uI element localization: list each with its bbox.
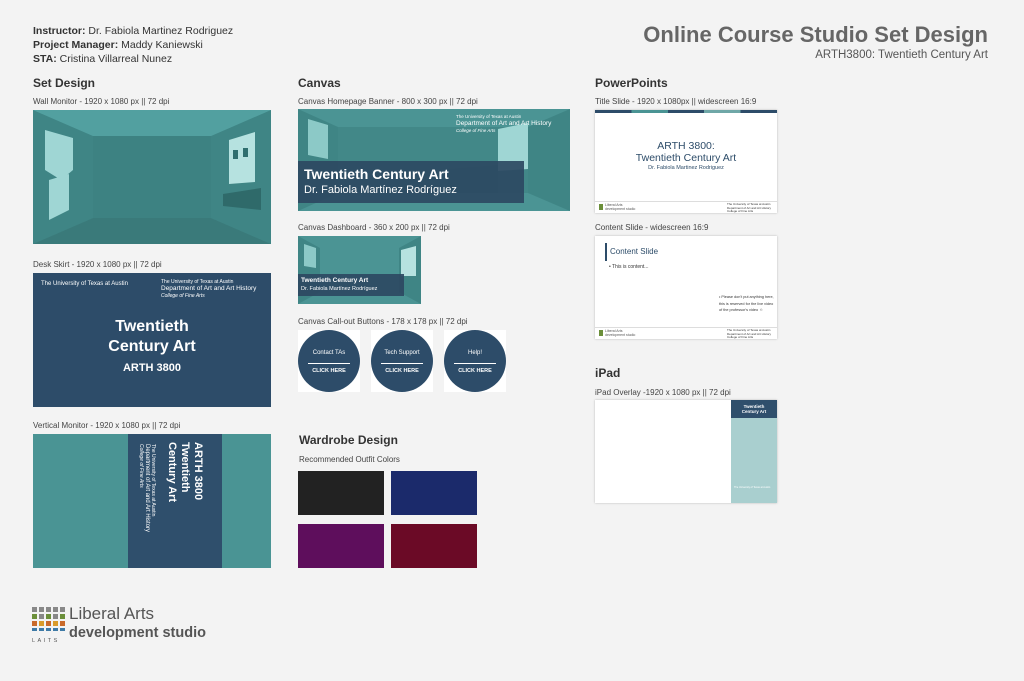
page-subtitle: ARTH3800: Twentieth Century Art [815, 49, 988, 61]
desk-title-line2: Century Art [108, 338, 196, 355]
vert-title-line3: Century Art [166, 442, 178, 503]
content-slide-caption: Content Slide - widescreen 16:9 [595, 223, 709, 232]
ipad-heading: iPad [595, 366, 621, 380]
room-illustration [33, 110, 271, 244]
callout-cta: CLICK HERE [458, 368, 492, 374]
title-slide-heading: ARTH 3800: Twentieth Century Art [595, 140, 777, 164]
content-slide-note: • Please don't put anything here, this i… [719, 295, 774, 312]
title-slide-line1: ARTH 3800: [657, 140, 715, 152]
callout-divider [381, 363, 423, 364]
callout-caption: Canvas Call-out Buttons - 178 x 178 px |… [298, 317, 468, 326]
callout-button-help[interactable]: Help! CLICK HERE [444, 330, 506, 392]
set-design-heading: Set Design [33, 76, 96, 90]
laits-logo-icon [32, 607, 65, 637]
vertical-ut-block: The University of Texas at Austin Depart… [138, 444, 156, 532]
dashboard-title-box: Twentieth Century Art Dr. Fabiola Martín… [298, 274, 404, 296]
footer-logo-icon [599, 330, 603, 336]
color-swatch-maroon [391, 524, 477, 568]
vert-title-line1: ARTH 3800 [192, 442, 204, 501]
title-slide-name: Dr. Fabiola Martinez Rodriguez [648, 165, 724, 171]
title-slide-line2: Twentieth Century Art [635, 152, 737, 164]
ipad-sidebar: Twentieth Century Art The University of … [731, 400, 777, 503]
content-slide-bullet: • This is content... [609, 264, 649, 270]
banner-title: Twentieth Century Art [304, 166, 449, 182]
canvas-banner-image: The University of Texas at Austin Depart… [298, 109, 570, 211]
callout-divider [454, 363, 496, 364]
callout-cta: CLICK HERE [312, 368, 346, 374]
content-slide-accent [605, 243, 607, 261]
sta-label: STA: [33, 53, 57, 65]
sta-name: Cristina Villarreal Nunez [59, 53, 173, 65]
vertical-monitor-image: ARTH 3800 Twentieth Century Art The Univ… [33, 434, 271, 568]
logo-line2: development studio [69, 625, 206, 641]
banner-title-box: Twentieth Century Art Dr. Fabiola Martín… [298, 161, 524, 203]
title-slide-caption: Title Slide - 1920 x 1080px || widescree… [595, 97, 757, 106]
color-swatch-purple [298, 524, 384, 568]
desk-skirt-caption: Desk Skirt - 1920 x 1080 px || 72 dpi [33, 260, 162, 269]
content-slide-title: Content Slide [610, 247, 659, 256]
wardrobe-heading: Wardrobe Design [299, 433, 398, 447]
content-slide-footer-right: The University of Texas at Austin Depart… [727, 328, 772, 339]
instructor-name: Dr. Fabiola Martinez Rodriguez [88, 25, 234, 37]
dashboard-caption: Canvas Dashboard - 360 x 200 px || 72 dp… [298, 223, 450, 232]
ipad-caption: iPad Overlay -1920 x 1080 px || 72 dpi [595, 388, 731, 397]
banner-caption: Canvas Homepage Banner - 800 x 300 px ||… [298, 97, 478, 106]
wardrobe-caption: Recommended Outfit Colors [299, 455, 400, 464]
content-slide-image: Content Slide • This is content... • Ple… [595, 236, 777, 339]
desk-skirt-image: The University of Texas at Austin The Un… [33, 273, 271, 407]
credits-block: Instructor: Dr. Fabiola Martinez Rodrigu… [33, 24, 233, 66]
wall-monitor-image [33, 110, 271, 244]
desk-course: ARTH 3800 [122, 362, 182, 374]
callout-label: Help! [467, 350, 482, 356]
canvas-heading: Canvas [298, 76, 341, 90]
desk-dept: Department of Art and Art History [161, 285, 257, 292]
vert-ut: The University of Texas at Austin [150, 444, 156, 517]
page-title: Online Course Studio Set Design [643, 22, 988, 47]
title-slide-footer-right: The University of Texas at Austin Depart… [727, 202, 772, 213]
ipad-sidebar-title: Twentieth Century Art [731, 400, 777, 418]
powerpoints-heading: PowerPoints [595, 76, 668, 90]
callout-button-tech[interactable]: Tech Support CLICK HERE [371, 330, 433, 392]
ipad-overlay-image: Twentieth Century Art The University of … [595, 400, 777, 503]
dashboard-title: Twentieth Century Art [301, 277, 369, 284]
footer-logo-icon [599, 204, 603, 210]
callout-label: Tech Support [384, 350, 420, 356]
callout-cta: CLICK HERE [385, 368, 419, 374]
ipad-sidebar-ut: The University of Texas at Austin [734, 486, 771, 489]
banner-ut: The University of Texas at Austin [456, 114, 522, 119]
color-swatch-navy [391, 471, 477, 515]
callout-divider [308, 363, 350, 364]
banner-college: College of Fine Arts [456, 128, 496, 133]
vertical-title: ARTH 3800 Twentieth Century Art [165, 442, 204, 502]
title-slide-image: ARTH 3800: Twentieth Century Art Dr. Fab… [595, 110, 777, 213]
vert-title-line2: Twentieth [179, 442, 191, 493]
vertical-banner: ARTH 3800 Twentieth Century Art The Univ… [128, 434, 222, 568]
vert-dept: Department of Art and Art History [144, 444, 150, 533]
logo-grid [32, 607, 65, 631]
callout-button-contact[interactable]: Contact TAs CLICK HERE [298, 330, 360, 392]
pm-label: Project Manager: [33, 39, 119, 51]
canvas-dashboard-image: Twentieth Century Art Dr. Fabiola Martín… [298, 236, 421, 304]
callout-label: Contact TAs [312, 350, 346, 356]
color-swatch-black [298, 471, 384, 515]
vertical-monitor-caption: Vertical Monitor - 1920 x 1080 px || 72 … [33, 421, 181, 430]
title-slide-footer-left: Liberal Arts development studio [605, 203, 636, 211]
desk-title-line1: Twentieth [115, 318, 189, 335]
desk-ut-logo: The University of Texas at Austin [41, 281, 128, 287]
logo-line1: Liberal Arts [69, 604, 155, 623]
desk-college: College of Fine Arts [161, 293, 205, 299]
banner-name: Dr. Fabiola Martínez Rodríguez [304, 184, 457, 196]
dashboard-name: Dr. Fabiola Martínez Rodríguez [301, 286, 378, 292]
pm-name: Maddy Kaniewski [121, 39, 203, 51]
content-slide-footer-left: Liberal Arts development studio [605, 329, 636, 337]
banner-dept: Department of Art and Art History [456, 120, 552, 127]
desk-title: Twentieth Century Art [33, 317, 271, 357]
logo-mark-text: LAITS [32, 638, 60, 644]
instructor-label: Instructor: [33, 25, 86, 37]
title-slide-topbar [595, 110, 777, 113]
wall-monitor-caption: Wall Monitor - 1920 x 1080 px || 72 dpi [33, 97, 170, 106]
